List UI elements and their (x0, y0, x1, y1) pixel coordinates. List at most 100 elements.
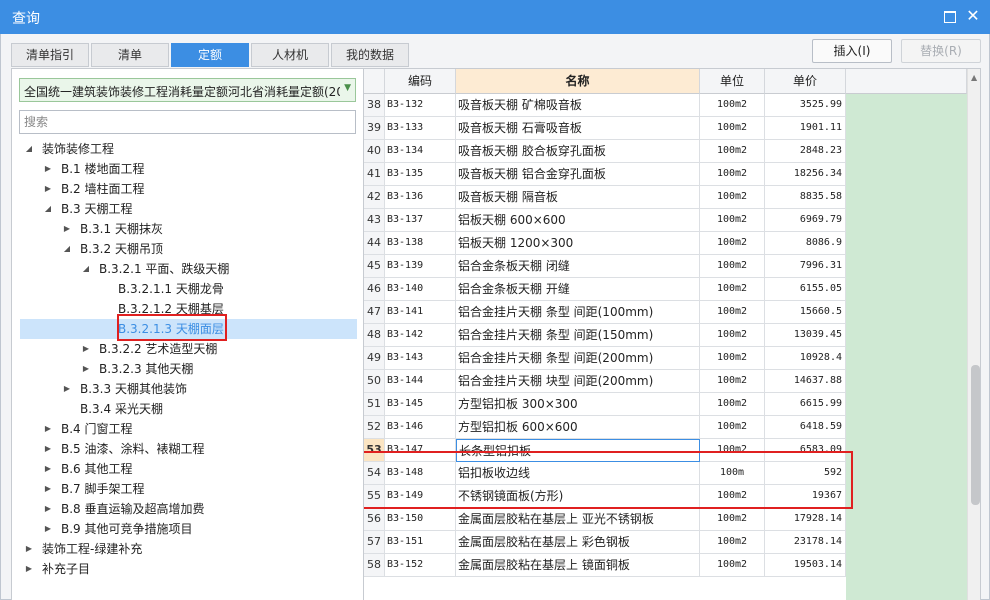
tree-item[interactable]: ◢ 装饰装修工程 (12, 139, 363, 159)
quota-library-value: 全国统一建筑装饰装修工程消耗量定额河北省消耗量定额(20 (24, 85, 340, 99)
name-cell[interactable]: 金属面层胶粘在基层上 镜面铜板 (456, 554, 700, 577)
tab-bill[interactable]: 清单 (91, 43, 169, 67)
code-cell: B3-143 (385, 347, 456, 370)
expand-icon[interactable]: ▶ (81, 359, 91, 379)
tab-my-data[interactable]: 我的数据 (331, 43, 409, 67)
collapse-icon[interactable]: ◢ (62, 239, 72, 259)
table-row[interactable]: 42 B3-136 吸音板天棚 隔音板 100m2 8835.58 (364, 186, 846, 209)
expand-icon[interactable]: ▶ (24, 559, 34, 579)
search-input[interactable] (19, 110, 356, 134)
name-cell[interactable]: 铝板天棚 1200×300 (456, 232, 700, 255)
name-cell[interactable]: 吸音板天棚 铝合金穿孔面板 (456, 163, 700, 186)
table-row[interactable]: 43 B3-137 铝板天棚 600×600 100m2 6969.79 (364, 209, 846, 232)
tree-item[interactable]: ▶ 补充子目 (12, 559, 363, 579)
header-name[interactable]: 名称 (456, 69, 700, 94)
vertical-scrollbar[interactable]: ▲ ▼ (967, 69, 980, 600)
table-row[interactable]: 57 B3-151 金属面层胶粘在基层上 彩色钢板 100m2 23178.14 (364, 531, 846, 554)
table-row[interactable]: 56 B3-150 金属面层胶粘在基层上 亚光不锈钢板 100m2 17928.14 (364, 508, 846, 531)
tab-labor-material[interactable]: 人材机 (251, 43, 329, 67)
table-row[interactable]: 47 B3-141 铝合金挂片天棚 条型 间距(100mm) 100m2 15660.5 (364, 301, 846, 324)
name-cell[interactable]: 铝合金挂片天棚 条型 间距(150mm) (456, 324, 700, 347)
table-row[interactable]: 51 B3-145 方型铝扣板 300×300 100m2 6615.99 (364, 393, 846, 416)
close-icon[interactable]: ✕ (964, 7, 982, 25)
tree-item[interactable]: ◢ B.3 天棚工程 (12, 199, 363, 219)
name-cell[interactable]: 铝合金条板天棚 闭缝 (456, 255, 700, 278)
quota-library-select[interactable]: 全国统一建筑装饰装修工程消耗量定额河北省消耗量定额(20 ▼ (19, 78, 356, 102)
maximize-icon[interactable] (940, 7, 958, 25)
table-row[interactable]: 50 B3-144 铝合金挂片天棚 块型 间距(200mm) 100m2 14637.8… (364, 370, 846, 393)
row-number: 42 (364, 186, 385, 209)
name-cell[interactable]: 金属面层胶粘在基层上 彩色钢板 (456, 531, 700, 554)
tree-item[interactable]: ▶ B.7 脚手架工程 (12, 479, 363, 499)
expand-icon[interactable]: ▶ (43, 179, 53, 199)
expand-icon[interactable]: ▶ (43, 479, 53, 499)
expand-icon[interactable]: ▶ (62, 219, 72, 239)
name-cell[interactable]: 铝板天棚 600×600 (456, 209, 700, 232)
expand-icon[interactable]: ▶ (43, 419, 53, 439)
tab-bill-guide[interactable]: 清单指引 (11, 43, 89, 67)
tree-item[interactable]: ▶ B.2 墙柱面工程 (12, 179, 363, 199)
expand-icon[interactable]: ▶ (43, 519, 53, 539)
expand-icon[interactable]: ▶ (43, 459, 53, 479)
collapse-icon[interactable]: ◢ (24, 139, 34, 159)
name-cell[interactable]: 铝合金挂片天棚 块型 间距(200mm) (456, 370, 700, 393)
name-cell[interactable]: 方型铝扣板 600×600 (456, 416, 700, 439)
name-cell[interactable]: 铝合金挂片天棚 条型 间距(200mm) (456, 347, 700, 370)
tree-item[interactable]: ▶ B.3.2.3 其他天棚 (12, 359, 363, 379)
tree-item-label: B.2 墙柱面工程 (61, 182, 145, 196)
expand-icon[interactable]: ▶ (43, 159, 53, 179)
insert-button[interactable]: 插入(I) (812, 39, 892, 63)
tree-item[interactable]: ▶ B.3.2.2 艺术造型天棚 (12, 339, 363, 359)
price-cell: 2848.23 (765, 140, 846, 163)
expand-icon[interactable]: ▶ (43, 499, 53, 519)
tree-item[interactable]: ▶ B.3.3 天棚其他装饰 (12, 379, 363, 399)
tree-item[interactable]: ▶ B.9 其他可竞争措施项目 (12, 519, 363, 539)
replace-button[interactable]: 替换(R) (901, 39, 981, 63)
table-row[interactable]: 49 B3-143 铝合金挂片天棚 条型 间距(200mm) 100m2 10928.4 (364, 347, 846, 370)
tree-item[interactable]: B.3.2.1.1 天棚龙骨 (12, 279, 363, 299)
table-row[interactable]: 44 B3-138 铝板天棚 1200×300 100m2 8086.9 (364, 232, 846, 255)
tree-item[interactable]: ▶ B.4 门窗工程 (12, 419, 363, 439)
header-unit[interactable]: 单位 (700, 69, 765, 94)
header-price[interactable]: 单价 (765, 69, 846, 94)
name-cell[interactable]: 吸音板天棚 隔音板 (456, 186, 700, 209)
table-row[interactable]: 58 B3-152 金属面层胶粘在基层上 镜面铜板 100m2 19503.14 (364, 554, 846, 577)
tree-item[interactable]: ◢ B.3.2 天棚吊顶 (12, 239, 363, 259)
header-code[interactable]: 编码 (385, 69, 456, 94)
tree-item[interactable]: ▶ B.6 其他工程 (12, 459, 363, 479)
scroll-up-icon[interactable]: ▲ (971, 73, 977, 82)
table-row[interactable]: 41 B3-135 吸音板天棚 铝合金穿孔面板 100m2 18256.34 (364, 163, 846, 186)
table-row[interactable]: 40 B3-134 吸音板天棚 胶合板穿孔面板 100m2 2848.23 (364, 140, 846, 163)
name-cell[interactable]: 铝合金挂片天棚 条型 间距(100mm) (456, 301, 700, 324)
name-cell[interactable]: 金属面层胶粘在基层上 亚光不锈钢板 (456, 508, 700, 531)
table-row[interactable]: 39 B3-133 吸音板天棚 石膏吸音板 100m2 1901.11 (364, 117, 846, 140)
tree-item[interactable]: ▶ 装饰工程-绿建补充 (12, 539, 363, 559)
table-row[interactable]: 45 B3-139 铝合金条板天棚 闭缝 100m2 7996.31 (364, 255, 846, 278)
name-cell[interactable]: 方型铝扣板 300×300 (456, 393, 700, 416)
tree-item[interactable]: ▶ B.3.1 天棚抹灰 (12, 219, 363, 239)
scrollbar-thumb[interactable] (971, 365, 980, 505)
name-cell[interactable]: 铝合金条板天棚 开缝 (456, 278, 700, 301)
tree-item[interactable]: B.3.4 采光天棚 (12, 399, 363, 419)
name-cell[interactable]: 吸音板天棚 胶合板穿孔面板 (456, 140, 700, 163)
table-row[interactable]: 48 B3-142 铝合金挂片天棚 条型 间距(150mm) 100m2 13039.4… (364, 324, 846, 347)
name-cell[interactable]: 吸音板天棚 石膏吸音板 (456, 117, 700, 140)
expand-icon[interactable]: ▶ (43, 439, 53, 459)
unit-cell: 100m2 (700, 347, 765, 370)
tree-item[interactable]: ▶ B.1 楼地面工程 (12, 159, 363, 179)
collapse-icon[interactable]: ◢ (81, 259, 91, 279)
chevron-down-icon[interactable]: ▼ (344, 83, 351, 93)
tab-quota[interactable]: 定额 (171, 43, 249, 67)
table-row[interactable]: 38 B3-132 吸音板天棚 矿棉吸音板 100m2 3525.99 (364, 94, 846, 117)
table-row[interactable]: 46 B3-140 铝合金条板天棚 开缝 100m2 6155.05 (364, 278, 846, 301)
name-cell[interactable]: 吸音板天棚 矿棉吸音板 (456, 94, 700, 117)
tree-item[interactable]: ▶ B.5 油漆、涂料、裱糊工程 (12, 439, 363, 459)
unit-cell: 100m2 (700, 94, 765, 117)
expand-icon[interactable]: ▶ (81, 339, 91, 359)
expand-icon[interactable]: ▶ (62, 379, 72, 399)
tree-item[interactable]: ▶ B.8 垂直运输及超高增加费 (12, 499, 363, 519)
expand-icon[interactable]: ▶ (24, 539, 34, 559)
tree-item[interactable]: ◢ B.3.2.1 平面、跌级天棚 (12, 259, 363, 279)
collapse-icon[interactable]: ◢ (43, 199, 53, 219)
table-row[interactable]: 52 B3-146 方型铝扣板 600×600 100m2 6418.59 (364, 416, 846, 439)
